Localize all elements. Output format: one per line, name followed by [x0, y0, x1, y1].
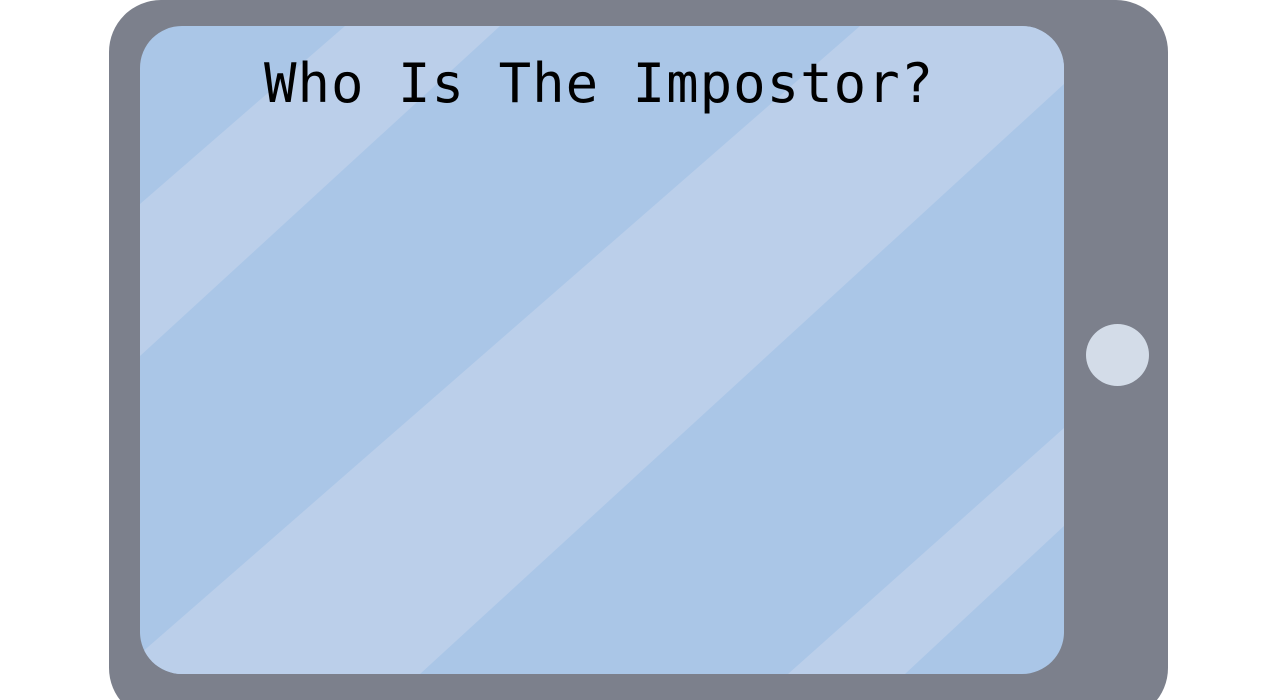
screen-glare-stripes: [140, 26, 1064, 674]
glare-stripe-bottom-right: [788, 428, 1064, 674]
home-button-icon[interactable]: [1086, 324, 1149, 386]
game-stage: Who Is The Impostor?: [0, 0, 1280, 700]
tablet-screen: Who Is The Impostor?: [140, 26, 1064, 674]
game-title: Who Is The Impostor?: [264, 52, 935, 115]
